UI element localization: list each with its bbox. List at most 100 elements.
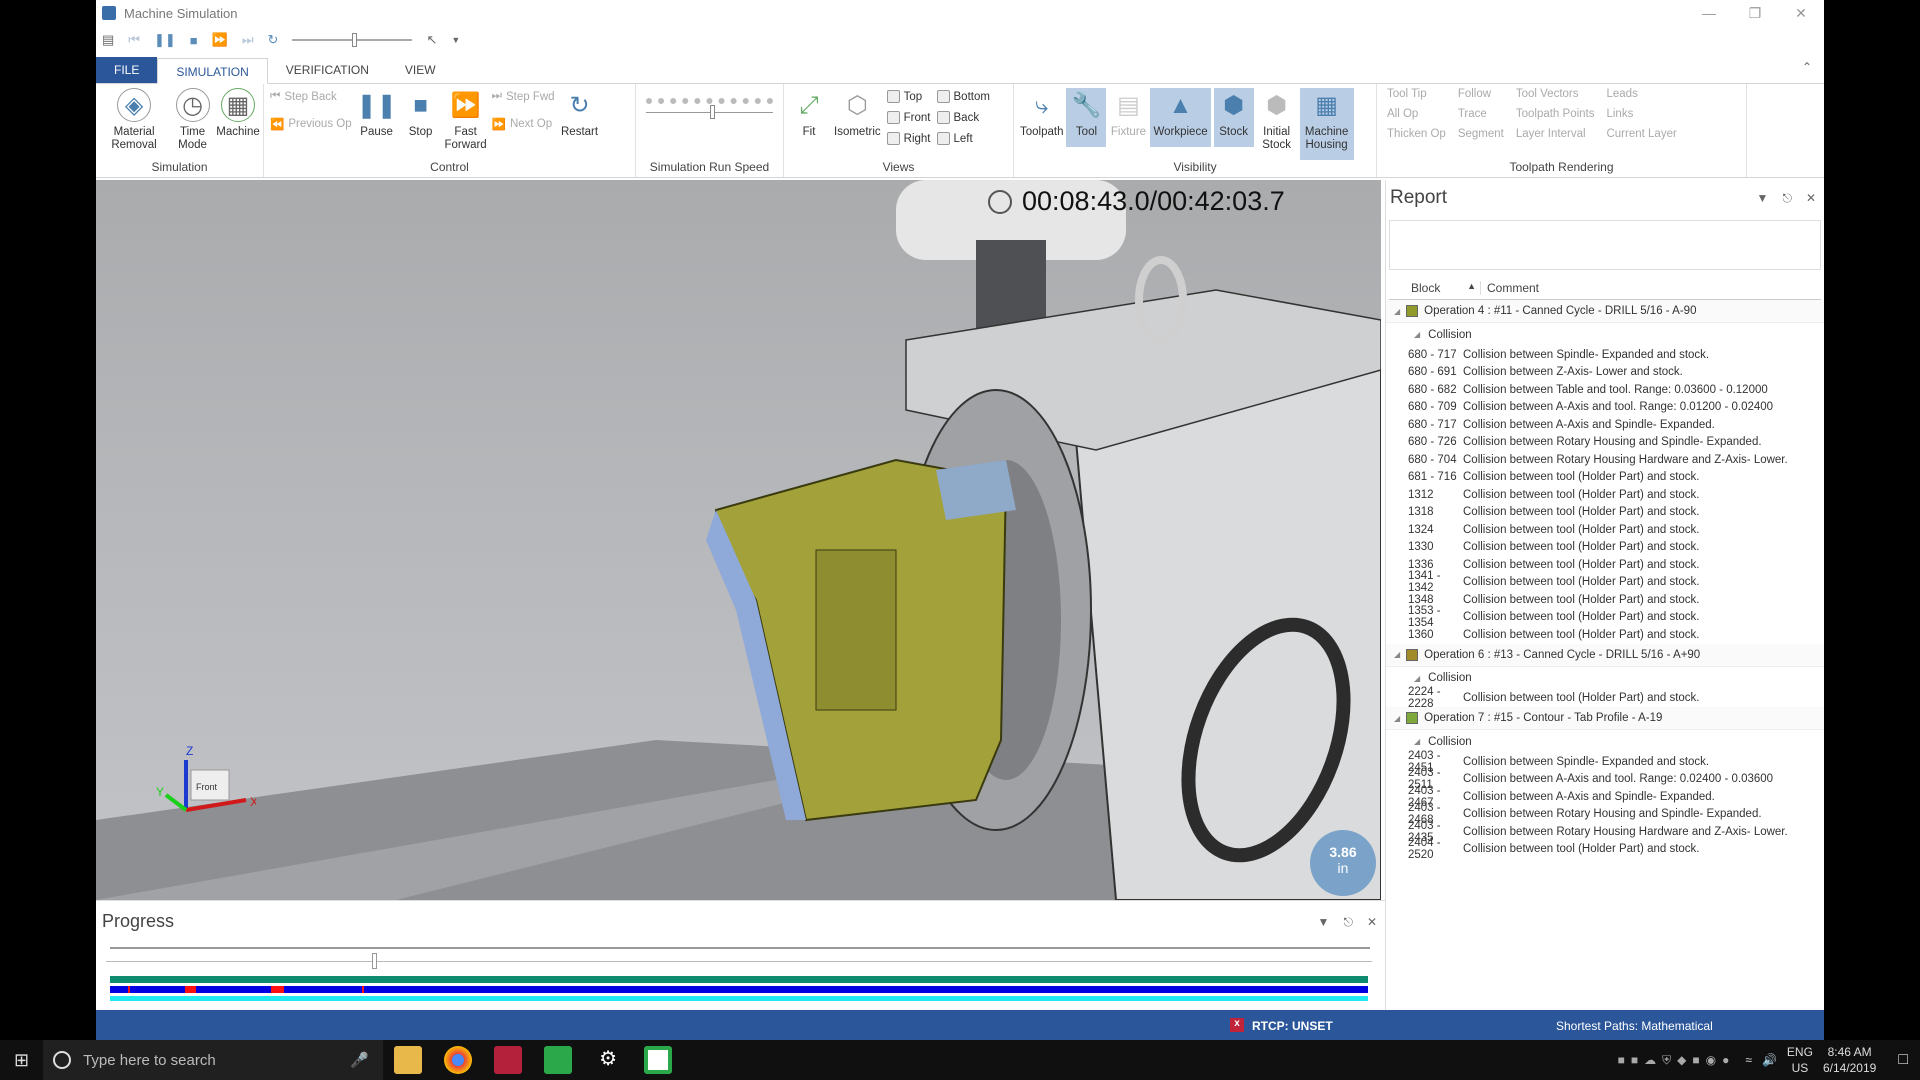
table-row[interactable]: 680 - 726 Collision between Rotary Housin…: [1386, 434, 1824, 452]
table-row[interactable]: 1341 - 1342 Collision between tool (Holde…: [1386, 570, 1824, 594]
table-row[interactable]: 1330 Collision between tool (Holder Part)…: [1386, 539, 1824, 557]
table-row[interactable]: 680 - 682 Collision between Table and too…: [1386, 381, 1824, 399]
table-row[interactable]: 2404 - 2520 Collision between tool (Holde…: [1386, 837, 1824, 861]
toolpath-points-button[interactable]: Toolpath Points: [1516, 108, 1595, 120]
links-button[interactable]: Links: [1606, 108, 1676, 120]
minimize-button[interactable]: —: [1686, 0, 1732, 26]
next-op-button[interactable]: ⏩ Next Op: [492, 117, 555, 131]
operation-row[interactable]: ◢ Operation 4 : #11 - Canned Cycle - DRIL…: [1386, 300, 1824, 323]
collapse-ribbon-icon[interactable]: ⌃: [1802, 60, 1812, 74]
fit-button[interactable]: ⤢ Fit: [790, 88, 828, 139]
view-bottom-button[interactable]: Bottom: [936, 90, 990, 103]
windows-start-icon[interactable]: ⊞: [14, 1050, 29, 1071]
material-removal-button[interactable]: ◈ Material Removal: [102, 88, 166, 152]
thicken-op-button[interactable]: Thicken Op: [1387, 128, 1446, 140]
all-op-button[interactable]: All Op: [1387, 108, 1446, 120]
fast-forward-icon[interactable]: ⏩: [212, 32, 228, 48]
table-row[interactable]: 680 - 717 Collision between A-Axis and Sp…: [1386, 416, 1824, 434]
expand-icon[interactable]: ◢: [1414, 674, 1420, 683]
expand-icon[interactable]: ◢: [1394, 650, 1400, 659]
panel-menu-icon[interactable]: ▼: [1757, 191, 1769, 206]
tool-tip-button[interactable]: Tool Tip: [1387, 88, 1446, 100]
time-mode-button[interactable]: ◷ Time Mode: [172, 88, 213, 152]
pause-icon[interactable]: ❚❚: [154, 32, 176, 48]
progress-slider[interactable]: [106, 953, 1372, 969]
step-back-button[interactable]: ⏮ Step Back: [270, 90, 352, 103]
layer-interval-button[interactable]: Layer Interval: [1516, 128, 1595, 140]
trace-button[interactable]: Trace: [1458, 108, 1504, 120]
leads-button[interactable]: Leads: [1606, 88, 1676, 100]
taskbar-search[interactable]: Type here to search 🎤: [43, 1040, 384, 1080]
app-icon[interactable]: [494, 1046, 523, 1074]
collision-group[interactable]: ◢ Collision: [1386, 323, 1824, 346]
tab-simulation[interactable]: SIMULATION: [157, 58, 268, 84]
stop-button[interactable]: ■ Stop: [402, 88, 440, 139]
table-row[interactable]: 1318 Collision between tool (Holder Part)…: [1386, 504, 1824, 522]
column-comment[interactable]: Comment: [1481, 281, 1539, 295]
wifi-icon[interactable]: ≈: [1745, 1053, 1752, 1067]
table-row[interactable]: 680 - 691 Collision between Z-Axis- Lower…: [1386, 364, 1824, 382]
view-front-button[interactable]: Front: [886, 111, 931, 124]
cursor-icon[interactable]: ↖: [426, 32, 437, 48]
follow-button[interactable]: Follow: [1458, 88, 1504, 100]
stock-toggle[interactable]: ⬢ Stock: [1213, 88, 1254, 147]
tab-view[interactable]: VIEW: [387, 57, 454, 83]
rewind-icon[interactable]: ⏮: [128, 32, 140, 48]
current-layer-button[interactable]: Current Layer: [1606, 128, 1676, 140]
table-row[interactable]: 1312 Collision between tool (Holder Part)…: [1386, 486, 1824, 504]
expand-icon[interactable]: ◢: [1414, 330, 1420, 339]
table-row[interactable]: 680 - 717 Collision between Spindle- Expa…: [1386, 346, 1824, 364]
notification-icon[interactable]: □: [1898, 1051, 1908, 1069]
view-back-button[interactable]: Back: [936, 111, 990, 124]
table-row[interactable]: 1353 - 1354 Collision between tool (Holde…: [1386, 605, 1824, 629]
app-icon[interactable]: [644, 1046, 673, 1074]
view-left-button[interactable]: Left: [936, 132, 990, 145]
save-icon[interactable]: ▤: [102, 32, 114, 48]
close-panel-icon[interactable]: ✕: [1367, 915, 1377, 930]
expand-icon[interactable]: ◢: [1394, 307, 1400, 316]
view-top-button[interactable]: Top: [886, 90, 931, 103]
isometric-button[interactable]: ⬡ Isometric: [834, 88, 881, 139]
toolpath-toggle[interactable]: ⤷ Toolpath: [1020, 88, 1063, 139]
tray-icons[interactable]: ■■☁⛨◆■◉●: [1618, 1053, 1736, 1068]
fast-forward-button[interactable]: ⏩ Fast Forward: [445, 88, 487, 152]
app-icon[interactable]: [544, 1046, 573, 1074]
initial-stock-toggle[interactable]: ⬢ Initial Stock: [1257, 88, 1297, 152]
column-block[interactable]: Block ▲: [1389, 280, 1481, 295]
speed-slider[interactable]: [292, 33, 413, 47]
view-right-button[interactable]: Right: [886, 132, 931, 145]
tool-vectors-button[interactable]: Tool Vectors: [1516, 88, 1595, 100]
segment-button[interactable]: Segment: [1458, 128, 1504, 140]
language-indicator[interactable]: ENG US: [1787, 1044, 1813, 1076]
table-row[interactable]: 680 - 709 Collision between A-Axis and to…: [1386, 399, 1824, 417]
table-row[interactable]: 1324 Collision between tool (Holder Part)…: [1386, 521, 1824, 539]
machine-button[interactable]: ▦ Machine: [216, 88, 260, 139]
fixture-toggle[interactable]: ▤ Fixture: [1109, 88, 1147, 139]
workpiece-toggle[interactable]: ▲ Workpiece: [1150, 88, 1211, 147]
expand-icon[interactable]: ◢: [1414, 737, 1420, 746]
tool-toggle[interactable]: 🔧 Tool: [1066, 88, 1107, 147]
table-row[interactable]: 680 - 704 Collision between Rotary Housin…: [1386, 451, 1824, 469]
pause-button[interactable]: ❚❚ Pause: [357, 88, 397, 139]
step-fwd-button[interactable]: ⏭ Step Fwd: [492, 90, 555, 103]
previous-op-button[interactable]: ⏪ Previous Op: [270, 117, 352, 131]
volume-icon[interactable]: 🔊: [1762, 1053, 1777, 1067]
expand-icon[interactable]: ◢: [1394, 714, 1400, 723]
clock[interactable]: 8:46 AM 6/14/2019: [1823, 1044, 1876, 1076]
tab-verification[interactable]: VERIFICATION: [268, 57, 387, 83]
table-row[interactable]: 1360 Collision between tool (Holder Part)…: [1386, 626, 1824, 644]
progress-slider-thumb[interactable]: [371, 953, 377, 969]
table-row[interactable]: 2224 - 2228 Collision between tool (Holde…: [1386, 686, 1824, 710]
panel-menu-icon[interactable]: ▼: [1318, 915, 1330, 930]
restart-icon[interactable]: ↻: [268, 32, 279, 48]
table-row[interactable]: 681 - 716 Collision between tool (Holder …: [1386, 469, 1824, 487]
chrome-icon[interactable]: [444, 1046, 473, 1074]
machine-housing-toggle[interactable]: ▦ Machine Housing: [1299, 88, 1354, 160]
operation-row[interactable]: ◢ Operation 7 : #15 - Contour - Tab Profi…: [1386, 707, 1824, 730]
settings-gear-icon[interactable]: ⚙: [594, 1046, 622, 1074]
restore-button[interactable]: ❐: [1732, 0, 1778, 26]
customize-dropdown-icon[interactable]: ▼: [451, 35, 460, 45]
3d-viewport[interactable]: 00:08:43.0/00:42:03.7 Z X Y Front 3.86 in: [96, 180, 1381, 900]
pin-icon[interactable]: ⎋: [1343, 915, 1353, 930]
tab-file[interactable]: FILE: [96, 57, 158, 83]
